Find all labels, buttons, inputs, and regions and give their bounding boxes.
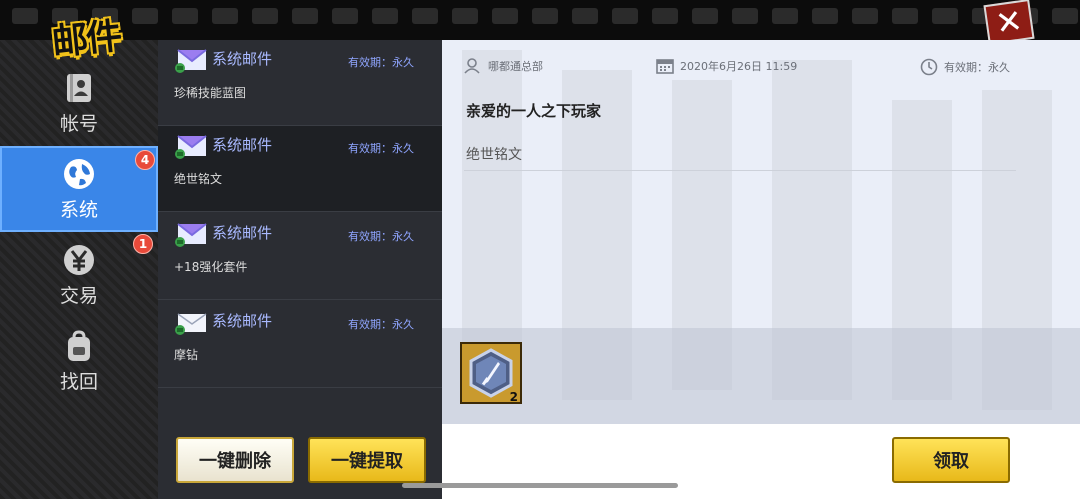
nav-item-label: 帐号 xyxy=(59,112,98,135)
unread-mail-envelope-icon xyxy=(175,223,207,247)
mail-subject: 珍稀技能蓝图 xyxy=(174,86,247,100)
mail-sender-info: 哪都通总部 xyxy=(464,58,543,74)
mail-detail-panel: 哪都通总部 2020年6月26日 11:59 有效期：永久 亲爱的一人之下玩家 … xyxy=(442,40,1080,499)
close-button[interactable]: ✕ xyxy=(983,0,1035,46)
account-book-icon xyxy=(67,73,91,102)
mail-sender: 系统邮件 xyxy=(212,224,273,242)
mail-validity-info: 有效期：永久 xyxy=(920,58,1010,76)
mail-subject: 绝世铭文 xyxy=(174,172,223,186)
claim-button[interactable]: 领取 xyxy=(892,437,1010,483)
delete-all-button[interactable]: 一键删除 xyxy=(176,437,294,483)
mail-body: 绝世铭文 xyxy=(466,147,522,163)
mail-list-item[interactable]: 系统邮件 有效期：永久 珍稀技能蓝图 xyxy=(158,40,442,126)
nav-item-retrieve[interactable]: 找回 xyxy=(0,318,158,404)
mail-list-item-selected[interactable]: 系统邮件 有效期：永久 绝世铭文 xyxy=(158,126,442,212)
mail-validity: 有效期：永久 xyxy=(348,142,414,155)
mail-greeting: 亲爱的一人之下玩家 xyxy=(466,102,602,120)
clock-icon xyxy=(920,58,938,76)
mail-list: 系统邮件 有效期：永久 珍稀技能蓝图 系统邮件 有效期：永久 绝世铭文 系统邮件… xyxy=(158,40,442,499)
person-icon xyxy=(464,58,480,74)
nav-item-label: 找回 xyxy=(59,370,98,393)
mail-screen: 邮件 ✕ 帐号 系统 4 交易 1 找回 系统邮件 有效期：永久 珍稀技能蓝图 … xyxy=(0,0,1080,499)
nav-item-account[interactable]: 帐号 xyxy=(0,60,158,146)
close-icon: ✕ xyxy=(993,1,1025,43)
category-nav: 帐号 系统 4 交易 1 找回 xyxy=(0,60,158,404)
attachment-quantity: 2 xyxy=(509,390,518,404)
nav-item-system[interactable]: 系统 4 xyxy=(0,146,158,232)
mail-date-info: 2020年6月26日 11:59 xyxy=(656,58,797,74)
mail-detail-date: 2020年6月26日 11:59 xyxy=(680,60,798,73)
unread-badge: 1 xyxy=(133,234,153,254)
mail-list-item[interactable]: 系统邮件 有效期：永久 +18强化套件 xyxy=(158,214,442,300)
unread-mail-envelope-icon xyxy=(175,135,207,159)
globe-icon xyxy=(64,158,94,189)
read-mail-envelope-icon xyxy=(175,313,207,335)
mail-validity: 有效期：永久 xyxy=(348,318,414,331)
attachment-item[interactable]: 2 xyxy=(460,342,522,404)
divider xyxy=(464,170,1016,171)
mail-sender: 系统邮件 xyxy=(212,312,273,330)
unread-badge: 4 xyxy=(135,150,155,170)
mail-validity: 有效期：永久 xyxy=(348,230,414,243)
mail-list-item[interactable]: 系统邮件 有效期：永久 摩钻 xyxy=(158,302,442,388)
attachment-area: 2 xyxy=(442,328,1080,424)
backpack-icon xyxy=(68,329,90,361)
nav-item-label: 系统 xyxy=(59,198,98,221)
mail-subject: 摩钻 xyxy=(174,348,199,362)
unread-mail-envelope-icon xyxy=(175,49,207,73)
yen-coin-icon xyxy=(64,244,94,275)
mail-sender: 系统邮件 xyxy=(212,50,273,68)
mail-validity: 有效期：永久 xyxy=(348,56,414,69)
mail-detail-sender: 哪都通总部 xyxy=(488,60,543,73)
nav-item-trade[interactable]: 交易 1 xyxy=(0,232,158,318)
mail-detail-validity: 有效期：永久 xyxy=(944,61,1010,74)
mail-sender: 系统邮件 xyxy=(212,136,273,154)
calendar-icon xyxy=(656,59,674,74)
claim-all-button[interactable]: 一键提取 xyxy=(308,437,426,483)
mail-subject: +18强化套件 xyxy=(174,260,248,274)
home-indicator[interactable] xyxy=(402,483,678,488)
nav-item-label: 交易 xyxy=(59,284,98,307)
